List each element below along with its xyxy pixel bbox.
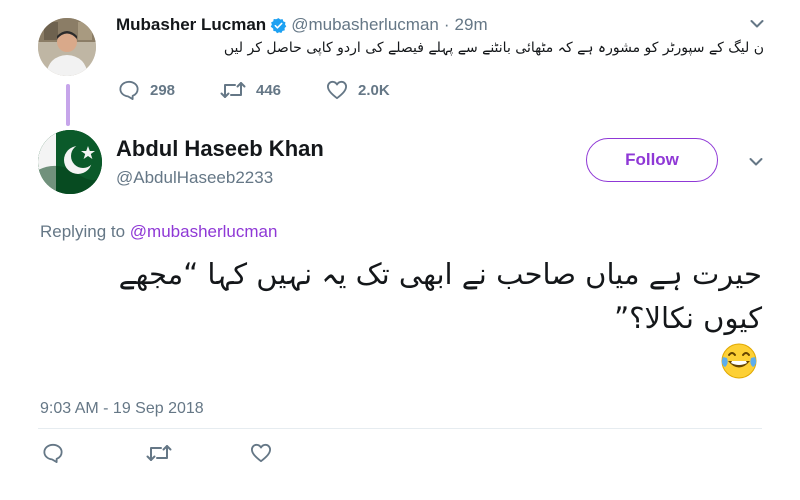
retweet-icon: [220, 82, 246, 98]
parent-retweet-button[interactable]: 446: [220, 80, 281, 100]
parent-author-name[interactable]: Mubasher Lucman: [116, 15, 266, 35]
main-author-name[interactable]: Abdul Haseeb Khan: [116, 136, 324, 162]
face-with-tears-of-joy-emoji: [718, 340, 760, 382]
parent-reply-count: 298: [150, 81, 176, 99]
parent-reply-button[interactable]: 298: [118, 80, 175, 100]
verified-badge-icon: [270, 17, 287, 33]
chevron-down-icon: [749, 158, 763, 166]
replying-to-line: Replying to @mubasherlucman: [40, 222, 277, 242]
main-author-avatar[interactable]: [38, 130, 102, 194]
main-tweet-text: حیرت ہے میاں صاحب نے ابھی تک یہ نہیں کہا…: [118, 257, 762, 335]
parent-author-avatar[interactable]: [38, 18, 96, 76]
header-separator: ·: [443, 15, 450, 34]
parent-tweet-text: ن لیگ کے سپورٹر کو مشورہ ہے کہ مٹھائی با…: [223, 40, 764, 56]
parent-more-button[interactable]: [750, 16, 764, 32]
follow-button[interactable]: Follow: [586, 138, 718, 182]
main-like-button[interactable]: [250, 443, 282, 463]
avatar-photo: [38, 18, 96, 76]
heart-icon: [326, 80, 347, 100]
laughing-emoji-icon: [721, 343, 757, 379]
parent-retweet-count: 446: [256, 81, 282, 99]
tweet-timestamp[interactable]: 9:03 AM - 19 Sep 2018: [40, 400, 204, 418]
parent-tweet-time[interactable]: 29m: [455, 15, 488, 35]
main-retweet-button[interactable]: [146, 443, 182, 463]
main-author-handle[interactable]: @AbdulHaseeb2233: [116, 168, 273, 188]
parent-like-count: 2.0K: [358, 81, 390, 99]
replying-to-mention[interactable]: @mubasherlucman: [130, 222, 278, 241]
chevron-down-icon: [750, 20, 764, 28]
parent-author-handle[interactable]: @mubasherlucman: [291, 15, 439, 35]
replying-to-label: Replying to: [40, 222, 126, 241]
thread-connector-line: [66, 84, 70, 126]
parent-like-button[interactable]: 2.0K: [326, 80, 390, 100]
retweet-icon: [146, 445, 172, 461]
pakistan-flag-avatar: [38, 130, 102, 194]
heart-icon: [251, 443, 272, 463]
divider: [38, 428, 762, 429]
main-reply-button[interactable]: [42, 443, 74, 463]
parent-tweet-header: Mubasher Lucman @mubasherlucman · 29m: [116, 14, 488, 36]
main-more-button[interactable]: [749, 154, 763, 170]
reply-icon: [119, 80, 139, 100]
reply-icon: [43, 443, 63, 463]
